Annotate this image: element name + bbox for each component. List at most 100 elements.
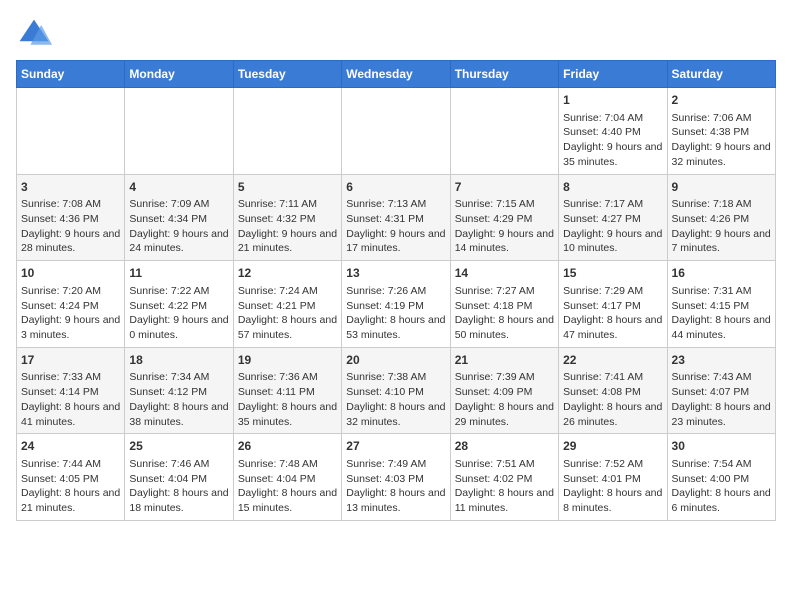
column-header-tuesday: Tuesday <box>233 61 341 88</box>
day-number: 3 <box>21 179 120 196</box>
day-number: 21 <box>455 352 554 369</box>
day-number: 29 <box>563 438 662 455</box>
day-info: Sunrise: 7:54 AM <box>672 457 771 472</box>
day-number: 26 <box>238 438 337 455</box>
calendar-cell: 17Sunrise: 7:33 AMSunset: 4:14 PMDayligh… <box>17 347 125 434</box>
day-info: Sunset: 4:02 PM <box>455 472 554 487</box>
calendar-cell: 13Sunrise: 7:26 AMSunset: 4:19 PMDayligh… <box>342 261 450 348</box>
day-info: Sunset: 4:32 PM <box>238 212 337 227</box>
day-info: Sunrise: 7:18 AM <box>672 197 771 212</box>
day-info: Daylight: 8 hours and 21 minutes. <box>21 486 120 515</box>
day-info: Daylight: 8 hours and 44 minutes. <box>672 313 771 342</box>
day-number: 6 <box>346 179 445 196</box>
day-info: Sunrise: 7:41 AM <box>563 370 662 385</box>
day-info: Sunset: 4:01 PM <box>563 472 662 487</box>
day-info: Daylight: 8 hours and 23 minutes. <box>672 400 771 429</box>
calendar-cell: 23Sunrise: 7:43 AMSunset: 4:07 PMDayligh… <box>667 347 775 434</box>
day-info: Daylight: 8 hours and 50 minutes. <box>455 313 554 342</box>
day-info: Daylight: 9 hours and 14 minutes. <box>455 227 554 256</box>
day-info: Sunset: 4:27 PM <box>563 212 662 227</box>
day-info: Sunrise: 7:36 AM <box>238 370 337 385</box>
day-number: 25 <box>129 438 228 455</box>
day-info: Sunrise: 7:13 AM <box>346 197 445 212</box>
calendar-cell: 3Sunrise: 7:08 AMSunset: 4:36 PMDaylight… <box>17 174 125 261</box>
week-row: 3Sunrise: 7:08 AMSunset: 4:36 PM Daylight… <box>17 174 776 261</box>
day-info: Sunrise: 7:27 AM <box>455 284 554 299</box>
day-number: 11 <box>129 265 228 282</box>
day-info: Sunrise: 7:33 AM <box>21 370 120 385</box>
day-info: Sunset: 4:07 PM <box>672 385 771 400</box>
day-info: Sunset: 4:29 PM <box>455 212 554 227</box>
calendar-cell <box>342 88 450 175</box>
day-info: Sunrise: 7:29 AM <box>563 284 662 299</box>
day-info: Daylight: 8 hours and 29 minutes. <box>455 400 554 429</box>
day-info: Daylight: 8 hours and 15 minutes. <box>238 486 337 515</box>
day-info: Sunrise: 7:26 AM <box>346 284 445 299</box>
calendar-cell: 21Sunrise: 7:39 AMSunset: 4:09 PMDayligh… <box>450 347 558 434</box>
day-info: Sunrise: 7:34 AM <box>129 370 228 385</box>
calendar-cell: 15Sunrise: 7:29 AMSunset: 4:17 PMDayligh… <box>559 261 667 348</box>
calendar-cell: 9Sunrise: 7:18 AMSunset: 4:26 PMDaylight… <box>667 174 775 261</box>
calendar-cell: 8Sunrise: 7:17 AMSunset: 4:27 PMDaylight… <box>559 174 667 261</box>
day-info: Sunrise: 7:15 AM <box>455 197 554 212</box>
calendar-cell: 11Sunrise: 7:22 AMSunset: 4:22 PMDayligh… <box>125 261 233 348</box>
day-info: Daylight: 9 hours and 10 minutes. <box>563 227 662 256</box>
day-info: Sunset: 4:36 PM <box>21 212 120 227</box>
day-info: Sunset: 4:12 PM <box>129 385 228 400</box>
day-number: 7 <box>455 179 554 196</box>
calendar-cell: 22Sunrise: 7:41 AMSunset: 4:08 PMDayligh… <box>559 347 667 434</box>
day-info: Sunset: 4:17 PM <box>563 299 662 314</box>
calendar-cell: 12Sunrise: 7:24 AMSunset: 4:21 PMDayligh… <box>233 261 341 348</box>
day-number: 4 <box>129 179 228 196</box>
day-info: Daylight: 8 hours and 8 minutes. <box>563 486 662 515</box>
day-info: Sunset: 4:04 PM <box>129 472 228 487</box>
calendar-cell: 26Sunrise: 7:48 AMSunset: 4:04 PMDayligh… <box>233 434 341 521</box>
day-number: 20 <box>346 352 445 369</box>
calendar-cell: 18Sunrise: 7:34 AMSunset: 4:12 PMDayligh… <box>125 347 233 434</box>
day-info: Daylight: 8 hours and 32 minutes. <box>346 400 445 429</box>
day-number: 8 <box>563 179 662 196</box>
calendar-cell: 30Sunrise: 7:54 AMSunset: 4:00 PMDayligh… <box>667 434 775 521</box>
day-info: Daylight: 9 hours and 0 minutes. <box>129 313 228 342</box>
day-info: Daylight: 8 hours and 53 minutes. <box>346 313 445 342</box>
calendar-cell: 28Sunrise: 7:51 AMSunset: 4:02 PMDayligh… <box>450 434 558 521</box>
day-number: 10 <box>21 265 120 282</box>
day-info: Sunset: 4:11 PM <box>238 385 337 400</box>
day-number: 1 <box>563 92 662 109</box>
calendar-cell: 10Sunrise: 7:20 AMSunset: 4:24 PMDayligh… <box>17 261 125 348</box>
column-header-wednesday: Wednesday <box>342 61 450 88</box>
day-info: Sunrise: 7:08 AM <box>21 197 120 212</box>
day-number: 30 <box>672 438 771 455</box>
calendar-cell: 6Sunrise: 7:13 AMSunset: 4:31 PMDaylight… <box>342 174 450 261</box>
calendar-cell <box>17 88 125 175</box>
day-info: Sunset: 4:00 PM <box>672 472 771 487</box>
day-info: Daylight: 8 hours and 13 minutes. <box>346 486 445 515</box>
day-number: 13 <box>346 265 445 282</box>
week-row: 24Sunrise: 7:44 AMSunset: 4:05 PMDayligh… <box>17 434 776 521</box>
day-info: Daylight: 9 hours and 32 minutes. <box>672 140 771 169</box>
day-info: Sunrise: 7:31 AM <box>672 284 771 299</box>
day-info: Sunset: 4:26 PM <box>672 212 771 227</box>
day-info: Sunrise: 7:49 AM <box>346 457 445 472</box>
day-info: Sunset: 4:15 PM <box>672 299 771 314</box>
day-number: 19 <box>238 352 337 369</box>
day-info: Daylight: 8 hours and 38 minutes. <box>129 400 228 429</box>
calendar-cell: 7Sunrise: 7:15 AMSunset: 4:29 PMDaylight… <box>450 174 558 261</box>
logo-icon <box>16 16 52 52</box>
day-info: Daylight: 8 hours and 18 minutes. <box>129 486 228 515</box>
week-row: 10Sunrise: 7:20 AMSunset: 4:24 PMDayligh… <box>17 261 776 348</box>
day-info: Sunrise: 7:39 AM <box>455 370 554 385</box>
day-info: Daylight: 9 hours and 7 minutes. <box>672 227 771 256</box>
calendar-cell: 16Sunrise: 7:31 AMSunset: 4:15 PMDayligh… <box>667 261 775 348</box>
day-info: Sunset: 4:09 PM <box>455 385 554 400</box>
day-info: Daylight: 9 hours and 35 minutes. <box>563 140 662 169</box>
calendar-cell: 24Sunrise: 7:44 AMSunset: 4:05 PMDayligh… <box>17 434 125 521</box>
day-info: Sunset: 4:24 PM <box>21 299 120 314</box>
day-info: Sunset: 4:34 PM <box>129 212 228 227</box>
day-info: Sunrise: 7:44 AM <box>21 457 120 472</box>
day-info: Sunset: 4:10 PM <box>346 385 445 400</box>
week-row: 17Sunrise: 7:33 AMSunset: 4:14 PMDayligh… <box>17 347 776 434</box>
day-info: Sunset: 4:04 PM <box>238 472 337 487</box>
day-info: Sunset: 4:08 PM <box>563 385 662 400</box>
day-info: Sunset: 4:22 PM <box>129 299 228 314</box>
